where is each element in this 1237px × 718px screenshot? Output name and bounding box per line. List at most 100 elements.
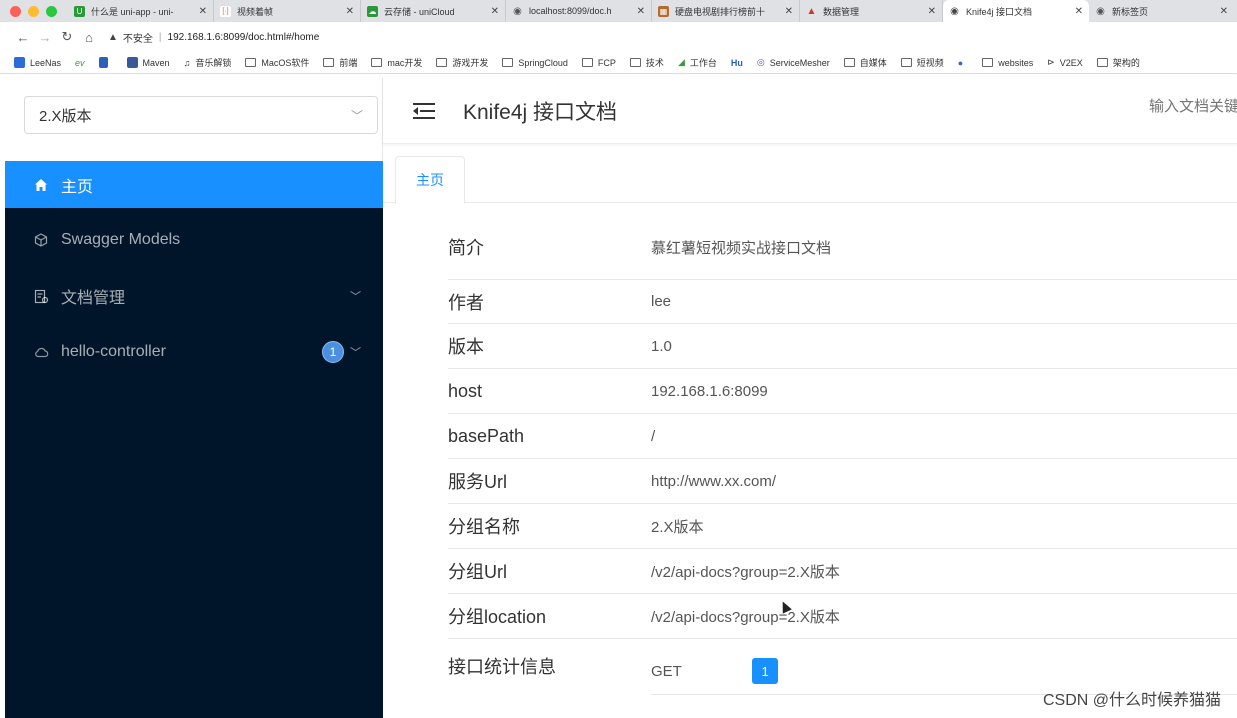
tab-title: 数据管理 [823, 6, 860, 17]
info-label: 版本 [448, 337, 484, 357]
bookmark-item[interactable]: ♫ 音乐解锁 [184, 56, 232, 69]
url-field[interactable]: ▲ 不安全 | 192.168.1.6:8099/doc.html#/home [108, 30, 319, 45]
api-info-table: 简介 慕红薯短视频实战接口文档 作者 lee 版本 1.0 host 192.1… [448, 215, 1237, 709]
bookmark-folder[interactable]: MacOS软件 [245, 56, 309, 69]
sidebar-item-swagger-models[interactable]: Swagger Models [5, 212, 383, 268]
browser-tab[interactable]: ▲ 数据管理 ✕ [800, 0, 943, 22]
info-row-service-url: 服务Url http://www.xx.com/ [448, 459, 1237, 504]
bookmark-item[interactable]: LeeNas [14, 57, 61, 68]
bookmark-folder[interactable]: FCP [581, 57, 616, 68]
bookmark-folder[interactable]: 游戏开发 [436, 56, 488, 69]
uniapp-favicon-icon: U [74, 5, 85, 17]
folder-icon [1096, 58, 1108, 67]
globe-icon: ◉ [1096, 5, 1105, 17]
tab-title: Knife4j 接口文档 [966, 6, 1033, 17]
browser-tab-strip: U 什么是 uni-app - uni- ✕ [·] 视频着帧 ✕ ☁ 云存储 … [0, 0, 1237, 22]
info-value: 1.0 [651, 337, 672, 355]
sidebar-item-home[interactable]: 主页 [5, 161, 383, 208]
chrome-icon: ● [957, 57, 964, 68]
close-icon[interactable]: ✕ [637, 6, 645, 17]
browser-tab[interactable]: ◉ localhost:8099/doc.h ✕ [506, 0, 652, 22]
info-row-group-location: 分组location /v2/api-docs?group=2.X版本 [448, 594, 1237, 639]
minimize-window-button[interactable] [28, 5, 39, 17]
info-value: 慕红薯短视频实战接口文档 [651, 239, 832, 257]
bookmark-label: Maven [142, 57, 170, 68]
back-arrow-icon[interactable]: ← [12, 30, 34, 45]
maximize-window-button[interactable] [46, 5, 57, 17]
bookmark-label: mac开发 [387, 58, 423, 68]
cloud-icon [33, 344, 49, 360]
bookmark-folder[interactable]: mac开发 [371, 56, 422, 69]
bookmark-item[interactable]: Hu [731, 58, 743, 68]
info-label: 分组location [448, 607, 547, 627]
bookmark-folder[interactable]: websites [982, 58, 1033, 68]
bookmark-folder[interactable]: SpringCloud [502, 58, 568, 68]
group-select[interactable]: 2.X版本 ﹀ [24, 96, 378, 134]
data-manage-favicon-icon: ▲ [806, 5, 817, 17]
browser-tab[interactable]: ◉ 新标签页 ✕ [1089, 0, 1234, 22]
bookmark-item[interactable]: ⊳ V2EX [1047, 57, 1083, 68]
bookmark-folder[interactable]: 前端 [323, 56, 357, 69]
window-controls [0, 0, 68, 22]
url-text[interactable]: 192.168.1.6:8099/doc.html#/home [168, 32, 320, 43]
bookmark-folder[interactable]: 短视频 [900, 56, 944, 69]
home-page-icon[interactable]: ⌂ [78, 30, 100, 45]
bookmark-item[interactable] [98, 57, 113, 68]
app-header: Knife4j 接口文档 [383, 78, 1237, 144]
close-icon[interactable]: ✕ [785, 6, 793, 17]
info-value: /v2/api-docs?group=2.X版本 [651, 563, 840, 581]
main-content: Knife4j 接口文档 主页 简介 慕红薯短视频实战接口文档 作者 lee 版… [383, 78, 1237, 718]
bookmark-folder[interactable]: 技术 [629, 56, 664, 69]
bookmark-item[interactable]: ev [75, 58, 85, 68]
bookmark-item[interactable]: ◎ ServiceMesher [757, 57, 830, 68]
folder-icon [502, 58, 514, 67]
sidebar-item-doc-manage[interactable]: 文档管理 ﹀ [5, 268, 383, 324]
tab-title: 视频着帧 [237, 6, 274, 17]
menu-fold-icon[interactable] [413, 102, 435, 120]
service-mesher-icon: ◎ [756, 57, 765, 67]
watermark: CSDN @什么时候养猫猫 [1042, 692, 1221, 709]
page-title: Knife4j 接口文档 [463, 100, 618, 124]
close-icon[interactable]: ✕ [346, 6, 354, 17]
doc-manage-icon [33, 288, 49, 304]
forward-arrow-icon[interactable]: → [34, 30, 56, 45]
address-bar: ← → ↻ ⌂ ▲ 不安全 | 192.168.1.6:8099/doc.htm… [0, 22, 1237, 52]
browser-tab[interactable]: [·] 视频着帧 ✕ [214, 0, 361, 22]
bookmark-folder[interactable]: 架构的 [1096, 56, 1140, 69]
close-icon[interactable]: ✕ [1075, 6, 1083, 17]
close-icon[interactable]: ✕ [199, 6, 207, 17]
bookmark-item[interactable]: Maven [126, 57, 170, 68]
globe-icon: ◉ [950, 5, 959, 17]
reload-icon[interactable]: ↻ [56, 29, 78, 45]
info-row-author: 作者 lee [448, 280, 1237, 324]
browser-tab[interactable]: ☁ 云存储 - uniCloud ✕ [361, 0, 506, 22]
sidebar-item-hello-controller[interactable]: hello-controller 1 ﹀ [5, 324, 383, 380]
cube-icon [33, 232, 49, 248]
workbench-icon: ◢ [677, 57, 685, 67]
tab-home[interactable]: 主页 [395, 156, 465, 204]
close-icon[interactable]: ✕ [928, 6, 936, 17]
close-window-button[interactable] [10, 5, 21, 17]
close-icon[interactable]: ✕ [1220, 6, 1228, 17]
maven-app-icon [126, 57, 138, 68]
browser-tab[interactable]: U 什么是 uni-app - uni- ✕ [68, 0, 214, 22]
bookmark-item[interactable]: ● [958, 58, 968, 68]
v2ex-icon: ⊳ [1047, 57, 1055, 67]
bookmark-item[interactable]: ◢ 工作台 [678, 56, 717, 69]
search-input[interactable] [1149, 98, 1237, 115]
http-method-label: GET [651, 662, 682, 680]
browser-tab[interactable]: ▦ 硬盘电视剧排行榜前十 ✕ [652, 0, 800, 22]
bookmark-label: FCP [597, 57, 616, 68]
bookmark-label: 工作台 [689, 58, 717, 68]
bookmark-label: 架构的 [1112, 58, 1140, 68]
warning-triangle-icon[interactable]: ▲ [108, 32, 118, 43]
music-note-icon: ♫ [183, 57, 191, 68]
page-tabs: 主页 [383, 156, 1237, 204]
info-value: /v2/api-docs?group=2.X版本 [651, 608, 840, 626]
browser-tab-active[interactable]: ◉ Knife4j 接口文档 ✕ [943, 0, 1089, 22]
tab-title: 云存储 - uniCloud [384, 6, 455, 17]
bookmark-folder[interactable]: 自媒体 [843, 56, 887, 69]
bookmark-label: MacOS软件 [261, 58, 310, 68]
info-row-basepath: basePath / [448, 414, 1237, 459]
close-icon[interactable]: ✕ [491, 6, 499, 17]
